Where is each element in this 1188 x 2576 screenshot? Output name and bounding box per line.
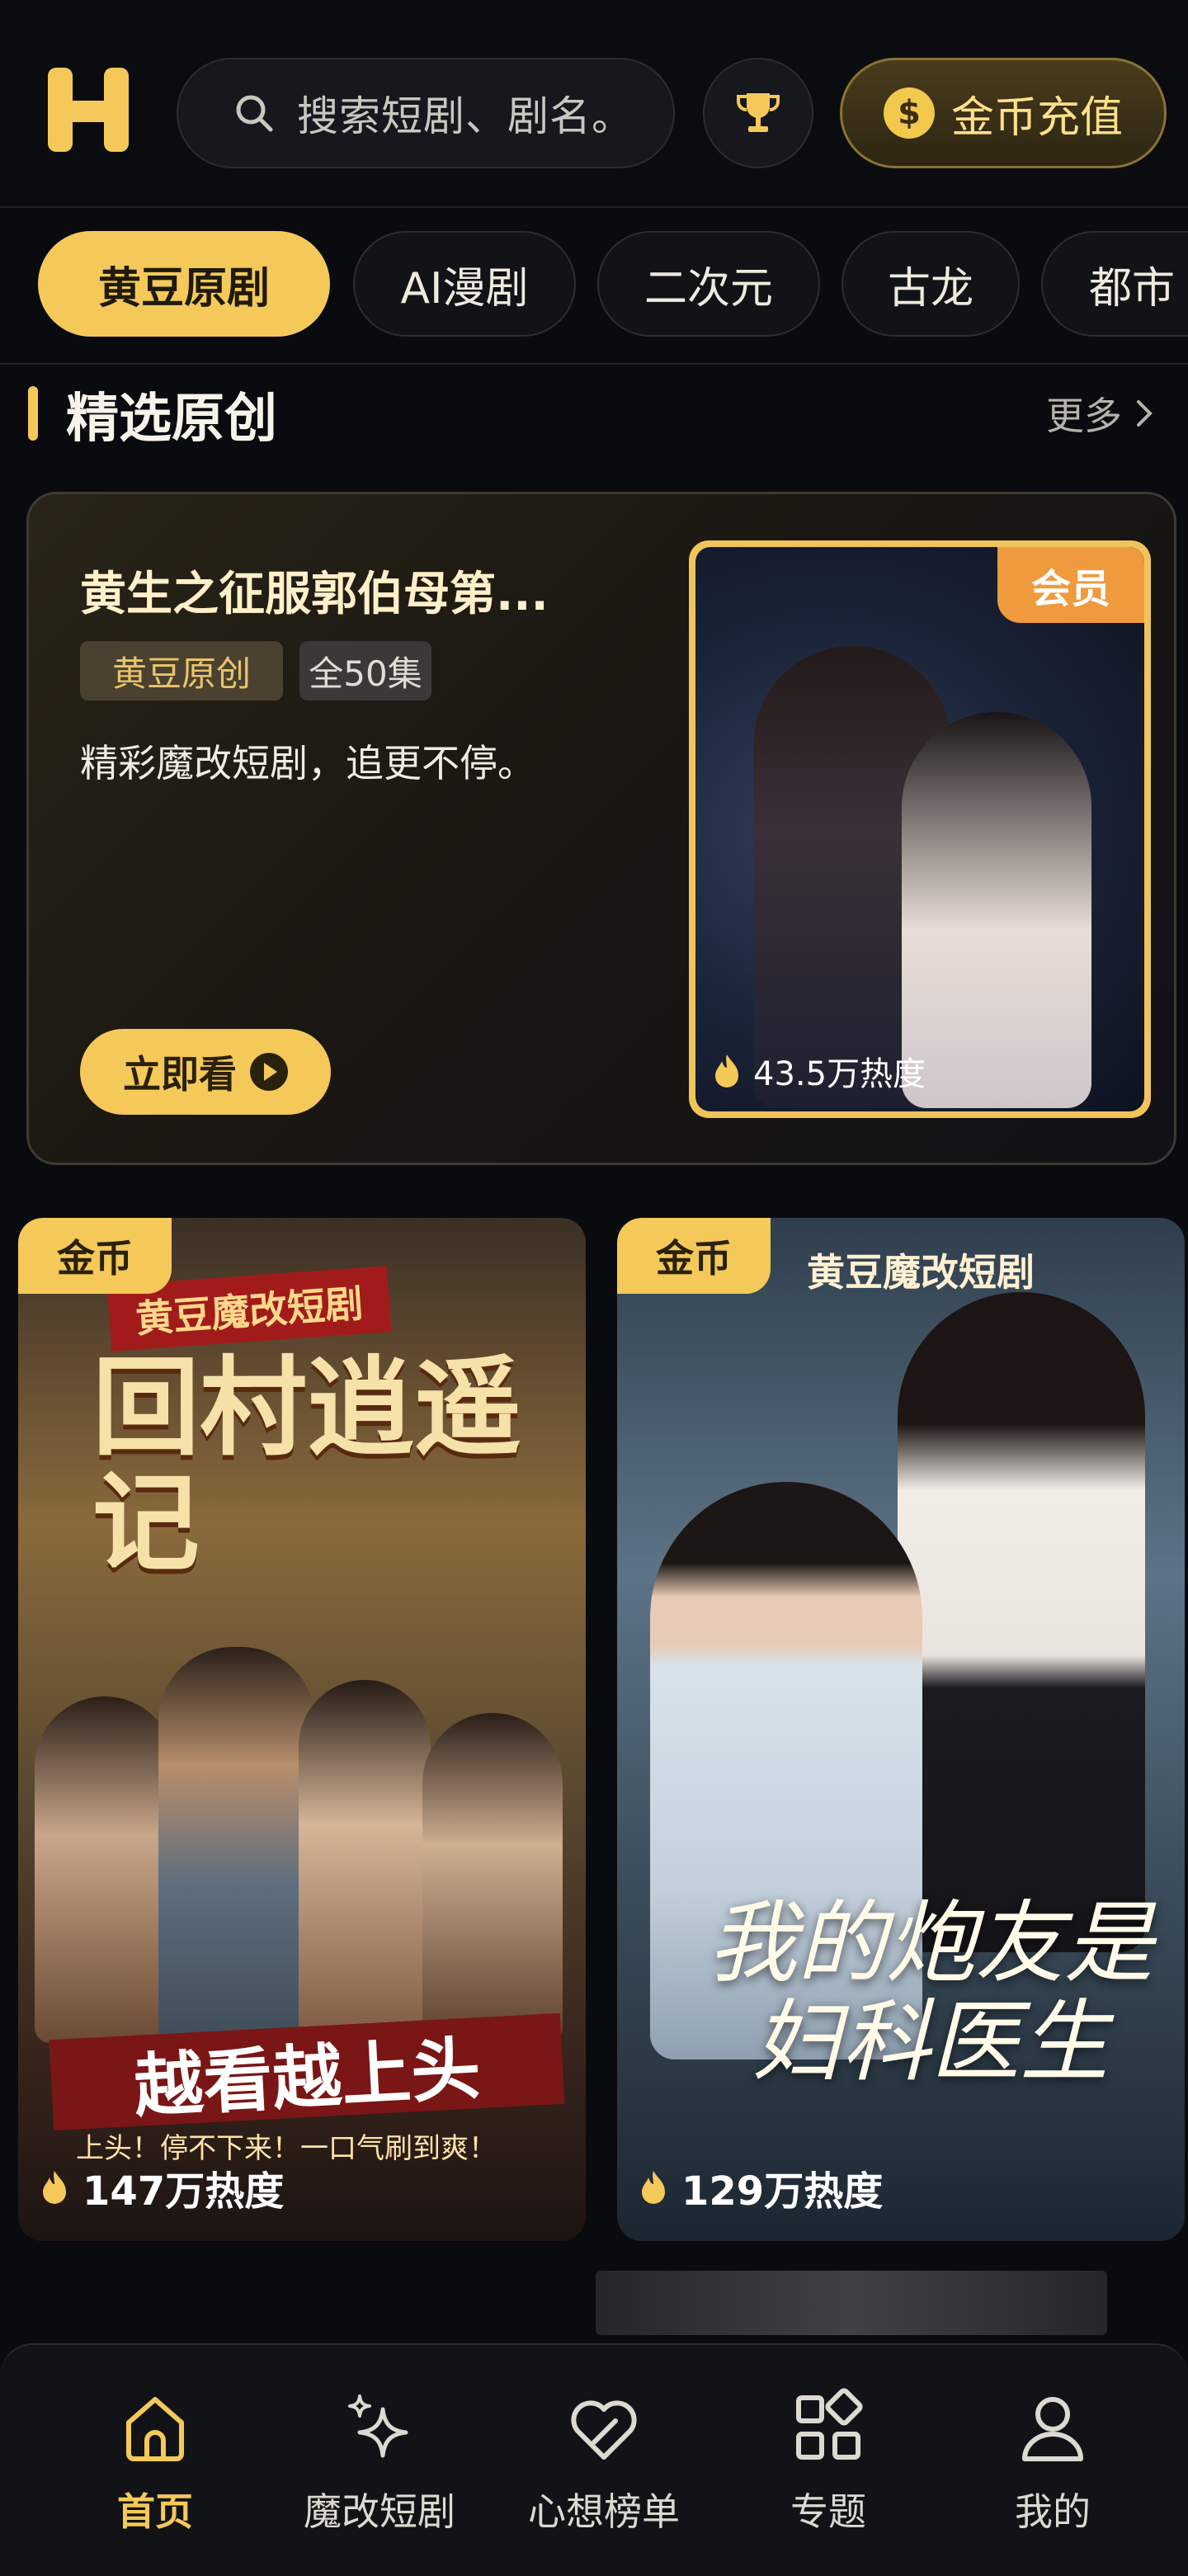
tab-anime[interactable]: 二次元 [597,231,820,337]
brand-tag: 黄豆原创 [80,641,283,701]
watch-now-button[interactable]: 立即看 [80,1029,331,1115]
tab-urban[interactable]: 都市 [1041,231,1188,337]
section-title: 精选原创 [66,389,277,450]
poster-figure [902,712,1091,1108]
divider [0,363,1188,365]
section-accent-bar [28,386,38,441]
grid-icon [796,2388,863,2460]
poster-brand-tag: 黄豆魔改短剧 [807,1250,1035,1295]
user-icon [1022,2397,1083,2461]
category-tabs: 黄豆原剧 AI漫剧 二次元 古龙 都市 [0,221,1188,345]
more-link[interactable]: 更多 [1046,386,1157,441]
coin-icon: $ [883,87,935,139]
tab-huangdou-original[interactable]: 黄豆原剧 [38,231,330,337]
divider [0,206,1188,208]
heat-indicator: 43.5万热度 [710,1047,926,1095]
sparkle-icon [348,2394,408,2458]
vip-badge: 会员 [997,547,1144,623]
nav-topics[interactable]: 专题 [746,2388,911,2536]
coin-recharge-label: 金币充值 [950,92,1123,143]
coin-recharge-button[interactable]: $ 金币充值 [840,58,1167,168]
top-bar: 搜索短剧、剧名。 $ 金币充值 [0,0,1188,206]
chevron-right-icon [1137,400,1153,427]
nav-home[interactable]: 首页 [73,2388,238,2536]
heat-indicator: 129万热度 [637,2158,883,2216]
drama-card[interactable]: 黄豆魔改短剧 回村逍遥记 金币 越看越上头 上头！停不下来！一口气刷到爽！ 14… [18,1218,586,2241]
heat-value: 147万热度 [82,2168,285,2215]
poster-title: 我的炮友是妇科医生 [707,1892,1153,2094]
search-icon [236,95,273,132]
drama-card[interactable]: 金币 黄豆魔改短剧 我的炮友是妇科医生 129万热度 [617,1218,1185,2241]
more-label: 更多 [1046,394,1122,438]
app-logo-icon[interactable] [43,64,134,155]
nav-label: 心想榜单 [528,2489,680,2534]
flame-icon [642,2171,665,2204]
search-placeholder: 搜索短剧、剧名。 [297,92,634,140]
heat-value: 43.5万热度 [753,1055,926,1093]
nav-wish-ranking[interactable]: 心想榜单 [521,2388,686,2536]
featured-title: 黄生之征服郭伯母第... [80,568,549,621]
featured-poster[interactable]: 会员 43.5万热度 [689,540,1151,1118]
poster-title: 回村逍遥记 [92,1344,522,1586]
poster-image [35,1630,571,2059]
nav-label: 专题 [790,2489,866,2534]
play-icon [250,1053,288,1091]
nav-label: 魔改短剧 [304,2489,455,2534]
nav-remix-drama[interactable]: 魔改短剧 [297,2388,462,2536]
tab-ai-comic[interactable]: AI漫剧 [353,231,576,337]
bottom-navigation: 首页 魔改短剧 心想榜单 专题 我的 [0,2343,1188,2576]
nav-label: 首页 [117,2489,193,2534]
featured-description: 精彩魔改短剧，追更不停。 [80,741,535,786]
watch-now-label: 立即看 [123,1052,237,1097]
tab-gulong[interactable]: 古龙 [842,231,1020,337]
coin-badge: 金币 [18,1218,172,1294]
trophy-icon [737,93,780,132]
ranking-button[interactable] [703,58,813,168]
heat-indicator: 147万热度 [38,2158,284,2216]
flame-icon [43,2171,66,2204]
search-bar[interactable]: 搜索短剧、剧名。 [177,58,675,168]
loading-placeholder [596,2271,1107,2335]
nav-label: 我的 [1015,2489,1091,2534]
coin-badge: 金币 [617,1218,771,1294]
flame-icon [715,1054,738,1087]
nav-profile[interactable]: 我的 [970,2388,1135,2536]
heat-value: 129万热度 [681,2168,884,2215]
heart-icon [571,2400,637,2460]
home-icon [126,2397,184,2461]
poster-image: 会员 43.5万热度 [695,547,1144,1111]
featured-card[interactable]: 黄生之征服郭伯母第... 黄豆原创 全50集 精彩魔改短剧，追更不停。 立即看 … [26,492,1176,1165]
episode-count-tag: 全50集 [299,641,431,701]
